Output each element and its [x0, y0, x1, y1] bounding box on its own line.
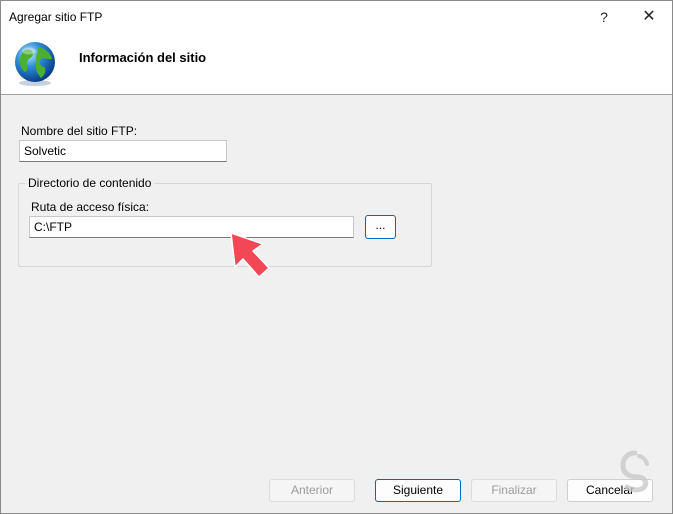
title-bar[interactable]: Agregar sitio FTP ? ✕: [1, 1, 672, 33]
site-name-label: Nombre del sitio FTP:: [21, 124, 138, 138]
physical-path-input[interactable]: C:\FTP: [29, 216, 354, 238]
globe-icon: [15, 42, 55, 86]
finish-button[interactable]: Finalizar: [471, 479, 557, 502]
window-title: Agregar sitio FTP: [9, 10, 103, 24]
browse-button[interactable]: ...: [365, 215, 396, 239]
previous-button[interactable]: Anterior: [269, 479, 355, 502]
red-arrow-pointer-icon: [230, 232, 270, 278]
wizard-header: Información del sitio: [1, 33, 672, 95]
page-title: Información del sitio: [79, 50, 207, 65]
site-name-input[interactable]: Solvetic: [19, 140, 227, 162]
content-directory-legend: Directorio de contenido: [25, 176, 155, 190]
help-button[interactable]: ?: [581, 1, 627, 33]
watermark-logo-icon: [620, 450, 649, 493]
physical-path-label: Ruta de acceso física:: [31, 200, 150, 214]
close-button[interactable]: ✕: [626, 1, 672, 33]
dialog-window: Agregar sitio FTP ? ✕ Información del si…: [0, 0, 673, 514]
next-button[interactable]: Siguiente: [375, 479, 461, 502]
